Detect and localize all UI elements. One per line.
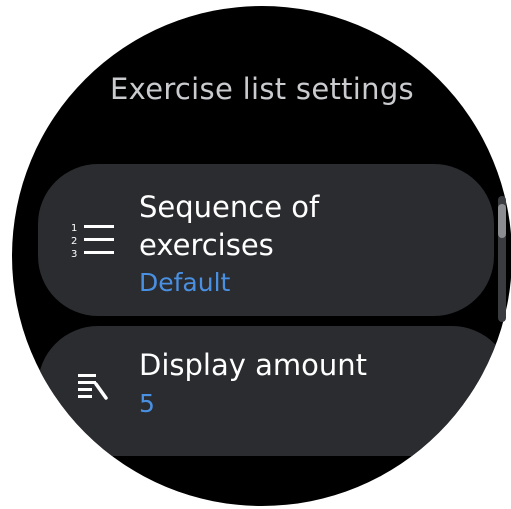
scroll-indicator (498, 196, 506, 322)
scroll-thumb (498, 204, 506, 238)
setting-label: Display amount (139, 348, 368, 382)
setting-label: Sequence of exercises (139, 190, 320, 262)
numbered-list-icon: 1 2 3 (71, 223, 114, 260)
svg-text:2: 2 (71, 236, 77, 247)
lines-amount-icon (78, 374, 108, 400)
svg-text:3: 3 (71, 249, 77, 260)
page-title: Exercise list settings (110, 72, 414, 106)
setting-value: 5 (139, 389, 155, 418)
setting-value: Default (139, 268, 231, 297)
svg-text:1: 1 (71, 223, 77, 234)
setting-sequence-of-exercises[interactable]: 1 2 3 Sequence of exercises Default (38, 164, 494, 316)
setting-display-amount[interactable]: Display amount 5 (38, 326, 511, 456)
watch-screen: Exercise list settings 1 2 3 Sequence of… (12, 6, 511, 506)
